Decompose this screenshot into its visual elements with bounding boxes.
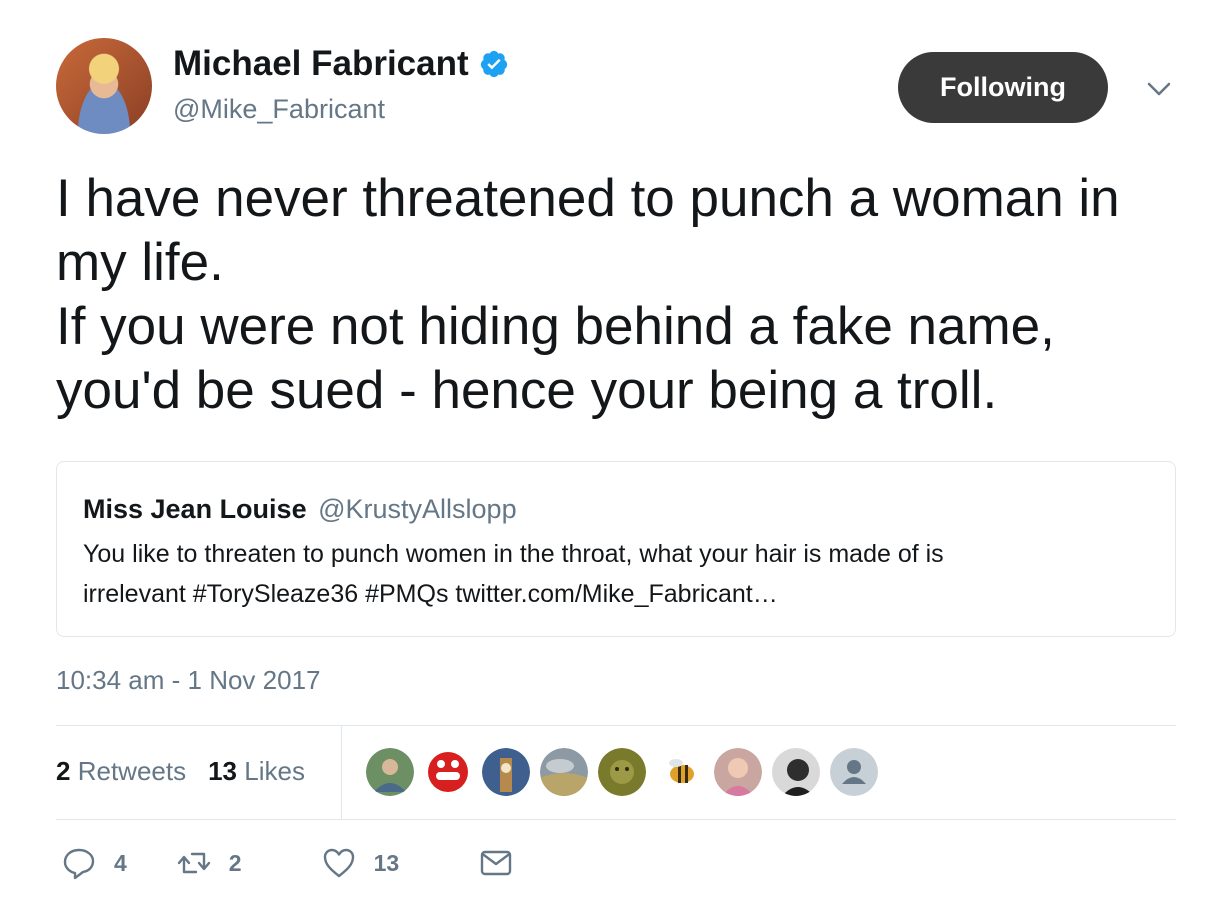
like-action[interactable]: 13 [322,846,400,880]
tweet-text: I have never threatened to punch a woman… [56,167,1196,423]
quoted-tweet-line: You like to threaten to punch women in t… [83,540,944,568]
envelope-icon [480,850,512,876]
divider [341,726,342,820]
author-avatar[interactable] [56,38,152,134]
heart-icon [323,848,354,878]
retweet-count: 2 [228,849,242,876]
tweet-actions: 4 2 13 [62,846,513,880]
tweet-line: my life. [56,233,224,292]
tweet-timestamp[interactable]: 10:34 am - 1 Nov 2017 [56,665,321,696]
retweet-icon [177,852,210,874]
likes-label: Likes [244,756,305,786]
reply-count: 4 [114,849,127,876]
quoted-tweet-card[interactable]: Miss Jean Louise @KrustyAllslopp You lik… [56,461,1176,637]
quoted-tweet-text: You like to threaten to punch women in t… [83,534,1123,614]
retweets-label: Retweets [77,756,187,786]
following-button[interactable]: Following [898,52,1108,123]
liker-avatar[interactable] [366,748,414,796]
liker-avatars [366,748,878,796]
quoted-tweet-line: irrelevant #TorySleaze36 #PMQs twitter.c… [83,580,778,608]
author-display-name[interactable]: Michael Fabricant [173,44,469,84]
verified-badge-icon [480,50,507,78]
tweet-line: you'd be sued - hence your being a troll… [56,361,998,420]
liker-avatar[interactable] [482,748,530,796]
liker-avatar[interactable] [656,748,704,796]
divider [56,819,1176,820]
default-avatar-icon[interactable] [830,748,878,796]
tweet-line: I have never threatened to punch a woman… [56,169,1120,228]
quoted-tweet-header: Miss Jean Louise @KrustyAllslopp [83,494,517,525]
chevron-down-icon[interactable] [1144,74,1174,104]
liker-avatar[interactable] [714,748,762,796]
reply-icon [63,848,95,880]
liker-avatar[interactable] [424,748,472,796]
likes-stat[interactable]: 13 Likes [208,756,305,787]
reply-action[interactable]: 4 [62,846,127,880]
author-handle[interactable]: @Mike_Fabricant [173,94,385,125]
tweet-line: If you were not hiding behind a fake nam… [56,297,1055,356]
like-count: 13 [373,849,400,876]
divider [56,725,1176,726]
liker-avatar[interactable] [540,748,588,796]
direct-message-action[interactable] [479,846,513,880]
retweets-count: 2 [56,756,71,786]
quoted-author-handle: @KrustyAllslopp [318,494,517,524]
retweet-action[interactable]: 2 [177,846,242,880]
quoted-author-name: Miss Jean Louise [83,494,307,524]
likes-count: 13 [208,756,238,786]
author-name-row: Michael Fabricant [173,44,509,84]
liker-avatar[interactable] [772,748,820,796]
liker-avatar[interactable] [598,748,646,796]
retweets-stat[interactable]: 2 Retweets [56,756,186,787]
engagement-stats: 2 Retweets 13 Likes [56,756,305,787]
